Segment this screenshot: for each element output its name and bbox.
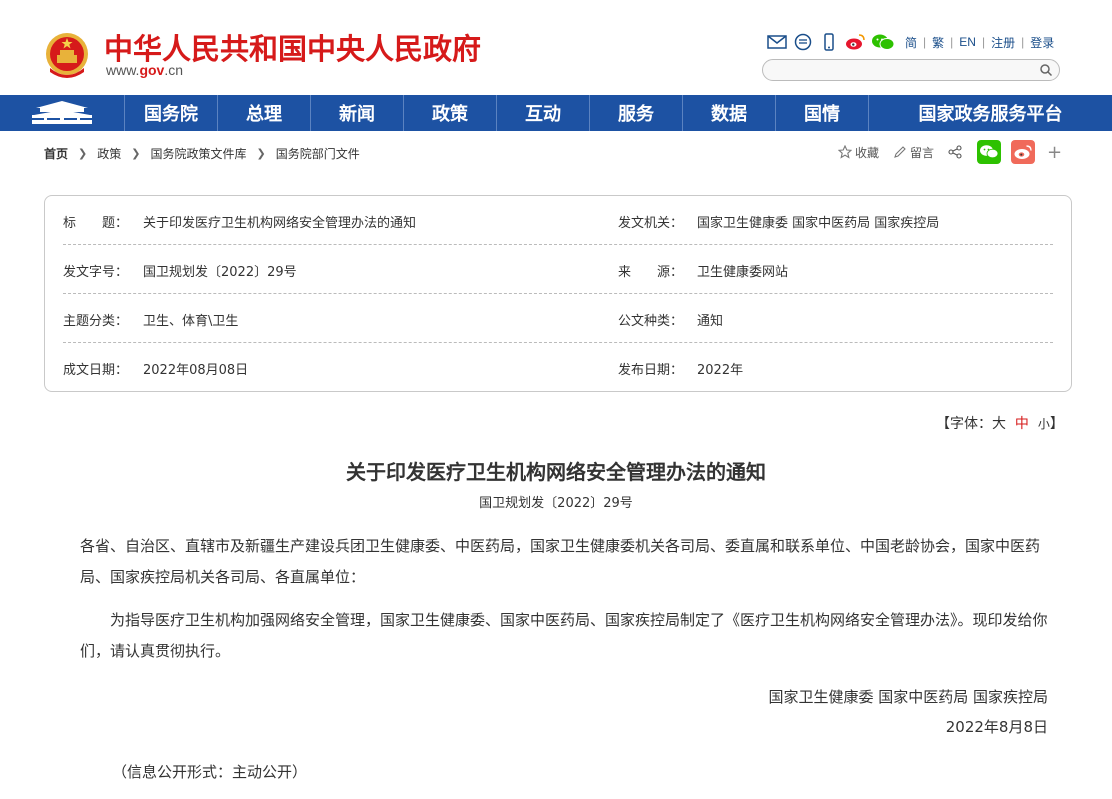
article-title: 关于印发医疗卫生机构网络安全管理办法的通知 bbox=[346, 460, 766, 484]
nav-home-logo[interactable] bbox=[0, 95, 125, 131]
nav-item-data[interactable]: 数据 bbox=[683, 95, 776, 131]
weibo-icon[interactable] bbox=[845, 33, 865, 51]
site-url[interactable]: www.gov.cn bbox=[106, 62, 183, 78]
search-box bbox=[762, 59, 1060, 81]
info-row: 发文字号： 国卫规划发〔2022〕29号 来 源： 卫生健康委网站 bbox=[63, 245, 1053, 294]
lang-links: 简 | 繁 | EN | 注册 | 登录 bbox=[905, 34, 1054, 51]
publish-date-value: 2022年 bbox=[697, 363, 744, 378]
info-row: 主题分类： 卫生、体育\卫生 公文种类： 通知 bbox=[63, 294, 1053, 343]
wechat-icon bbox=[980, 145, 999, 159]
font-switch-close: 】 bbox=[1049, 416, 1064, 432]
pencil-icon bbox=[894, 146, 906, 158]
source-label: 来 源： bbox=[618, 265, 684, 280]
breadcrumb-home[interactable]: 首页 bbox=[44, 145, 68, 162]
lang-simplified-link[interactable]: 简 bbox=[905, 34, 917, 51]
login-link[interactable]: 登录 bbox=[1030, 34, 1054, 51]
article-paragraph: 为指导医疗卫生机构加强网络安全管理，国家卫生健康委、国家中医药局、国家疾控局制定… bbox=[80, 611, 1048, 660]
nav-item-news[interactable]: 新闻 bbox=[311, 95, 404, 131]
font-large-button[interactable]: 大 bbox=[992, 416, 1006, 432]
doc-number-value: 国卫规划发〔2022〕29号 bbox=[143, 265, 297, 280]
breadcrumb-policy[interactable]: 政策 bbox=[97, 145, 121, 162]
font-size-switch: 【字体：大 中 小】 bbox=[936, 413, 1064, 433]
category-value: 卫生、体育\卫生 bbox=[143, 314, 239, 329]
breadcrumb: 首页 ❯ 政策 ❯ 国务院政策文件库 ❯ 国务院部门文件 bbox=[44, 145, 360, 162]
nav-item-gov-service-platform[interactable]: 国家政务服务平台 bbox=[869, 95, 1112, 131]
more-share-icon[interactable]: + bbox=[1047, 142, 1062, 163]
doc-type-value: 通知 bbox=[697, 314, 724, 329]
national-emblem-icon[interactable] bbox=[44, 30, 90, 80]
mobile-icon[interactable] bbox=[819, 33, 839, 51]
article-paragraph: 各省、自治区、直辖市及新疆生产建设兵团卫生健康委、中医药局，国家卫生健康委机关各… bbox=[80, 537, 1041, 586]
written-date-value: 2022年08月08日 bbox=[143, 363, 249, 378]
register-link[interactable]: 注册 bbox=[991, 34, 1015, 51]
separator: | bbox=[950, 35, 954, 49]
main-nav: 国务院 总理 新闻 政策 互动 服务 数据 国情 国家政务服务平台 bbox=[0, 95, 1112, 131]
url-gov: gov bbox=[139, 62, 165, 78]
separator: | bbox=[981, 35, 986, 49]
font-medium-button[interactable]: 中 bbox=[1015, 416, 1029, 432]
doc-type-label: 公文种类： bbox=[618, 314, 684, 329]
font-small-button[interactable]: 小 bbox=[1038, 417, 1050, 431]
nav-item-premier[interactable]: 总理 bbox=[218, 95, 311, 131]
written-date-label: 成文日期： bbox=[63, 363, 129, 378]
breadcrumb-policy-library[interactable]: 国务院政策文件库 bbox=[150, 145, 246, 162]
document-info-box: 标 题： 关于印发医疗卫生机构网络安全管理办法的通知 发文机关： 国家卫生健康委… bbox=[44, 195, 1072, 392]
comment-button[interactable]: 留言 bbox=[893, 144, 934, 161]
font-switch-open: 【字体： bbox=[936, 416, 992, 432]
nav-item-state-council[interactable]: 国务院 bbox=[125, 95, 218, 131]
nav-item-policy[interactable]: 政策 bbox=[404, 95, 497, 131]
chevron-right-icon: ❯ bbox=[131, 147, 141, 160]
chevron-right-icon: ❯ bbox=[256, 147, 266, 160]
search-input[interactable] bbox=[773, 62, 1033, 78]
url-suffix: .cn bbox=[164, 62, 184, 78]
category-label: 主题分类： bbox=[63, 314, 129, 329]
chevron-right-icon: ❯ bbox=[78, 147, 88, 160]
url-prefix: www. bbox=[106, 62, 140, 78]
share-weibo-button[interactable] bbox=[1011, 140, 1036, 164]
title-value: 关于印发医疗卫生机构网络安全管理办法的通知 bbox=[143, 216, 417, 231]
doc-number-label: 发文字号： bbox=[63, 265, 129, 280]
separator: | bbox=[923, 35, 927, 49]
lang-english-link[interactable]: EN bbox=[959, 35, 976, 49]
lang-traditional-link[interactable]: 繁 bbox=[932, 34, 944, 51]
search-icon[interactable] bbox=[1039, 63, 1053, 77]
share-icon bbox=[948, 145, 962, 159]
message-icon[interactable] bbox=[793, 33, 813, 51]
tiananmen-icon bbox=[32, 101, 92, 124]
source-value: 卫生健康委网站 bbox=[697, 265, 789, 280]
title-label: 标 题： bbox=[63, 216, 129, 231]
disclosure-note: （信息公开形式：主动公开） bbox=[112, 763, 308, 781]
issuer-value: 国家卫生健康委 国家中医药局 国家疾控局 bbox=[697, 216, 940, 231]
info-row: 标 题： 关于印发医疗卫生机构网络安全管理办法的通知 发文机关： 国家卫生健康委… bbox=[63, 196, 1053, 245]
info-row: 成文日期： 2022年08月08日 发布日期： 2022年 bbox=[63, 343, 1053, 392]
nav-item-interaction[interactable]: 互动 bbox=[497, 95, 590, 131]
article-date: 2022年8月8日 bbox=[945, 718, 1048, 736]
favorite-label: 收藏 bbox=[855, 145, 880, 160]
site-header: 中华人民共和国中央人民政府 www.gov.cn 简 | 繁 | EN | 注册 | 登… bbox=[0, 0, 1112, 95]
nav-item-services[interactable]: 服务 bbox=[590, 95, 683, 131]
publish-date-label: 发布日期： bbox=[618, 363, 684, 378]
share-button[interactable] bbox=[948, 145, 965, 159]
share-tools: 收藏 留言 + bbox=[838, 140, 1062, 164]
mail-icon[interactable] bbox=[767, 33, 787, 51]
share-wechat-button[interactable] bbox=[977, 140, 1002, 164]
separator: | bbox=[1021, 35, 1025, 49]
top-tools: 简 | 繁 | EN | 注册 | 登录 bbox=[767, 32, 1054, 52]
weibo-icon bbox=[1014, 145, 1032, 159]
breadcrumb-department-docs[interactable]: 国务院部门文件 bbox=[276, 145, 360, 162]
nav-item-national-conditions[interactable]: 国情 bbox=[776, 95, 869, 131]
issuer-label: 发文机关： bbox=[618, 216, 684, 231]
wechat-icon[interactable] bbox=[871, 33, 895, 51]
favorite-button[interactable]: 收藏 bbox=[838, 144, 879, 161]
star-icon bbox=[838, 145, 852, 159]
article-doc-number: 国卫规划发〔2022〕29号 bbox=[479, 496, 633, 511]
comment-label: 留言 bbox=[910, 145, 935, 160]
article-signer: 国家卫生健康委 国家中医药局 国家疾控局 bbox=[768, 688, 1048, 706]
